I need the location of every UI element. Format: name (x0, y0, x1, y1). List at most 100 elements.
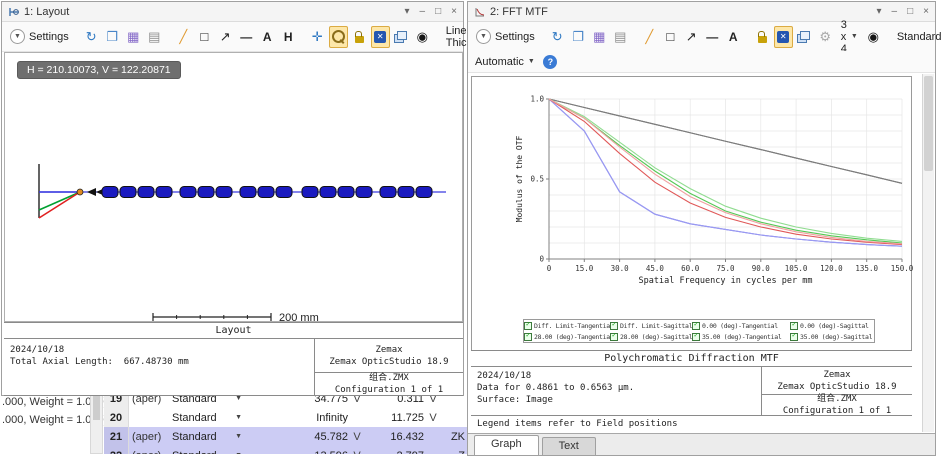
thickness-value[interactable]: 11.725 (366, 412, 424, 424)
surface-row-21[interactable]: 21(aper)Standard▼45.782V16.432ZK (104, 427, 467, 447)
save-image-button[interactable]: ▦ (124, 26, 143, 48)
copy-icon: ❐ (572, 30, 584, 43)
draw-line-button[interactable]: ╱ (174, 26, 193, 48)
pan-button[interactable]: ✛ (308, 26, 327, 48)
svg-text:30.0: 30.0 (611, 264, 630, 273)
refresh-button[interactable]: ↻ (82, 26, 101, 48)
glass-value[interactable]: Z (442, 450, 467, 455)
layout-toolbar: ▼ Settings ↻❐▦▤ ╱□↗—AH ✛✕◉ Line Thicknes… (2, 22, 463, 52)
layers-button[interactable] (795, 26, 814, 48)
legend-checkbox-icon[interactable]: ✓ (790, 322, 798, 330)
legend-checkbox-icon[interactable]: ✓ (610, 322, 618, 330)
surface-row-20[interactable]: 20Standard▼Infinity11.725V (104, 408, 467, 428)
legend-checkbox-icon[interactable]: ✓ (524, 333, 532, 341)
zoom-button[interactable] (329, 26, 348, 48)
tab-text[interactable]: Text (542, 437, 596, 455)
text-tool-button[interactable]: A (258, 26, 277, 48)
radius-solve-flag[interactable]: V (348, 450, 366, 455)
radius-value[interactable]: Infinity (248, 412, 348, 424)
draw-line-button[interactable]: ╱ (640, 26, 659, 48)
close-button[interactable]: × (451, 6, 457, 17)
svg-text:120.0: 120.0 (820, 264, 843, 273)
lens-data-editor-fragment: .000, Weight = 1.000) .000, Weight = 1.0… (0, 389, 467, 454)
settings-button[interactable]: ▼ Settings (473, 27, 538, 47)
chevron-down-icon: ▼ (235, 395, 242, 402)
legend-label: 28.00 (deg)-Tangential (534, 333, 610, 341)
fit-window-button[interactable]: ✕ (371, 26, 390, 48)
lock-button[interactable] (753, 26, 772, 48)
editor-scrollbar[interactable] (90, 389, 103, 454)
layout-info-left: 2024/10/18 Total Axial Length: 667.48730… (4, 339, 314, 396)
tab-graph[interactable]: Graph (474, 435, 539, 455)
fit-window-icon: ✕ (374, 31, 386, 43)
legend-checkbox-icon[interactable]: ✓ (790, 333, 798, 341)
gear-button[interactable]: ⚙ (816, 26, 835, 48)
grid-size-dropdown[interactable]: 3 x 4 ▼ (837, 19, 862, 55)
radius-value[interactable]: 13.596 (248, 450, 348, 455)
fit-window-button[interactable]: ✕ (774, 26, 793, 48)
draw-dash-button[interactable]: — (237, 26, 256, 48)
legend-checkbox-icon[interactable]: ✓ (524, 322, 532, 330)
surface-type-label: Standard (172, 412, 217, 424)
draw-arrow-icon: ↗ (220, 30, 231, 43)
legend-label: Diff. Limit-Tangential (534, 322, 610, 330)
mtf-legend: ✓Diff. Limit-Tangential✓Diff. Limit-Sagi… (523, 319, 875, 343)
configuration-text: Configuration 1 of 1 (783, 405, 891, 417)
window-menu-button[interactable]: ▾ (405, 6, 410, 17)
copy-button[interactable]: ❐ (103, 26, 122, 48)
surface-type-dropdown[interactable]: Standard▼ (172, 412, 248, 424)
surface-type-dropdown[interactable]: Standard▼ (172, 450, 248, 455)
draw-arrow-button[interactable]: ↗ (216, 26, 235, 48)
window-menu-button[interactable]: ▾ (877, 6, 882, 17)
lock-icon (758, 36, 767, 43)
automatic-label: Automatic (475, 56, 524, 68)
maximize-button[interactable]: □ (435, 6, 441, 17)
save-image-button[interactable]: ▦ (590, 26, 609, 48)
minimize-button[interactable]: – (420, 6, 426, 17)
chevron-down-icon: ▼ (235, 433, 242, 440)
legend-checkbox-icon[interactable]: ✓ (692, 333, 700, 341)
draw-rectangle-button[interactable]: □ (661, 26, 680, 48)
svg-text:60.0: 60.0 (681, 264, 700, 273)
print-button[interactable]: ▤ (611, 26, 630, 48)
help-button[interactable]: ? (541, 51, 560, 73)
draw-dash-icon: — (706, 31, 718, 43)
thickness-value[interactable]: 2.797 (366, 450, 424, 455)
layout-titlebar[interactable]: 1: Layout ▾ – □ × (2, 2, 463, 22)
standard-dropdown[interactable]: Standard ▼ (893, 31, 942, 43)
settings-button[interactable]: ▼ Settings (7, 27, 72, 47)
glass-value[interactable]: ZK (442, 431, 467, 443)
mtf-scrollbar[interactable] (922, 74, 934, 432)
print-button[interactable]: ▤ (145, 26, 164, 48)
mtf-titlebar[interactable]: 2: FFT MTF ▾ – □ × (468, 2, 935, 22)
legend-checkbox-icon[interactable]: ✓ (610, 333, 618, 341)
copy-button[interactable]: ❐ (569, 26, 588, 48)
close-button[interactable]: × (923, 6, 929, 17)
text-tool-button[interactable]: A (724, 26, 743, 48)
lock-button[interactable] (350, 26, 369, 48)
surface-text: Surface: Image (477, 394, 755, 406)
draw-arrow-button[interactable]: ↗ (682, 26, 701, 48)
radius-solve-flag[interactable]: V (348, 431, 366, 443)
maximize-button[interactable]: □ (907, 6, 913, 17)
thickness-solve-flag[interactable]: V (424, 412, 442, 424)
thickness-value[interactable]: 16.432 (366, 431, 424, 443)
layout-info-brand: Zemax Zemax OpticStudio 18.9 (314, 339, 463, 373)
layout-window-icon (8, 6, 20, 18)
radius-value[interactable]: 45.782 (248, 431, 348, 443)
scrollbar-thumb[interactable] (924, 76, 933, 171)
dimension-button[interactable]: H (279, 26, 298, 48)
record-button[interactable]: ◉ (864, 26, 883, 48)
surface-type-dropdown[interactable]: Standard▼ (172, 431, 248, 443)
automatic-dropdown[interactable]: Automatic ▼ (473, 56, 539, 68)
layers-button[interactable] (392, 26, 411, 48)
legend-checkbox-icon[interactable]: ✓ (692, 322, 700, 330)
draw-rectangle-button[interactable]: □ (195, 26, 214, 48)
aperture-flag: (aper) (129, 431, 172, 443)
scrollbar-thumb[interactable] (93, 394, 100, 420)
surface-row-22[interactable]: 22(aper)Standard▼13.596V2.797Z (104, 446, 467, 454)
draw-dash-button[interactable]: — (703, 26, 722, 48)
minimize-button[interactable]: – (892, 6, 898, 17)
record-button[interactable]: ◉ (413, 26, 432, 48)
refresh-button[interactable]: ↻ (548, 26, 567, 48)
